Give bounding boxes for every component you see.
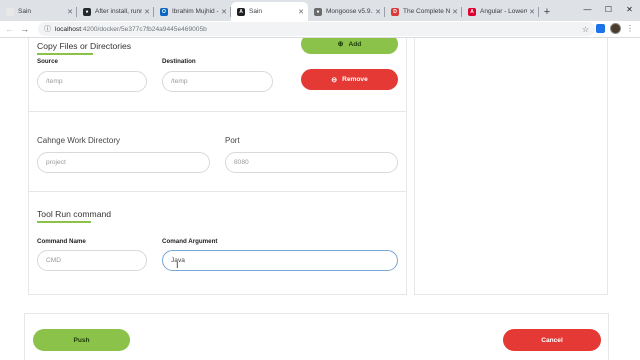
tab-close-icon[interactable]: ✕	[144, 8, 150, 16]
workdir-label: Cahnge Work Directory	[37, 136, 120, 145]
close-window-icon[interactable]: ✕	[619, 0, 640, 18]
tab-title: Angular - LowerC	[480, 8, 528, 15]
tab-close-icon[interactable]: ✕	[67, 8, 73, 16]
tab-favicon-icon: ●	[83, 7, 91, 16]
section-divider	[29, 191, 406, 192]
browser-tab-strip: Sain✕●After install, runnin✕OIbrahim Muj…	[0, 0, 640, 21]
port-label: Port	[225, 136, 240, 145]
browser-tab[interactable]: ● Mongoose v5.9.1 ✕	[308, 2, 385, 21]
tab-close-icon[interactable]: ✕	[221, 8, 227, 16]
browser-menu-icon[interactable]: ⋮	[626, 24, 634, 33]
browser-tab[interactable]: O Ibrahim Mujhid - ✕	[154, 2, 231, 21]
toolbar-right: ⋮	[596, 23, 634, 34]
tab-list: Sain✕●After install, runnin✕OIbrahim Muj…	[0, 2, 539, 21]
browser-tab[interactable]: Sain ✕	[0, 2, 77, 21]
tab-favicon-icon: A	[237, 7, 245, 16]
tab-separator	[538, 7, 539, 17]
copy-files-title: Copy Files or Directories	[37, 41, 132, 51]
tab-close-icon[interactable]: ✕	[298, 8, 304, 16]
remove-circle-icon: ⊖	[331, 76, 338, 84]
tab-title: Ibrahim Mujhid -	[172, 8, 219, 15]
new-tab-button[interactable]: +	[539, 2, 555, 21]
command-name-input[interactable]: CMD	[37, 250, 147, 271]
tab-close-icon[interactable]: ✕	[452, 8, 458, 16]
add-button[interactable]: ⊕ Add	[301, 38, 398, 54]
tab-title: The Complete No	[403, 8, 451, 15]
browser-tab[interactable]: A Sain ✕	[231, 2, 308, 21]
title-underline	[37, 53, 93, 55]
forward-icon[interactable]: →	[17, 24, 32, 34]
profile-avatar[interactable]	[610, 23, 621, 34]
section-divider	[29, 111, 406, 112]
port-input[interactable]: 8080	[225, 152, 398, 173]
window-controls: — ☐ ✕	[577, 0, 640, 18]
tab-favicon-icon: A	[468, 7, 476, 16]
destination-input[interactable]: /temp	[162, 71, 273, 92]
url-host: localhost	[55, 25, 82, 33]
site-info-icon[interactable]: ⓘ	[44, 24, 51, 34]
browser-tab[interactable]: D The Complete No ✕	[385, 2, 462, 21]
back-icon[interactable]: ←	[2, 24, 17, 34]
minimize-icon[interactable]: —	[577, 0, 598, 18]
tab-close-icon[interactable]: ✕	[529, 8, 535, 16]
push-button[interactable]: Push	[33, 329, 130, 351]
text-cursor-icon: I	[176, 260, 179, 270]
title-underline	[37, 221, 91, 223]
browser-toolbar: ← → ⓘ localhost:4200/docker/5e377c7fb24a…	[0, 21, 640, 38]
bookmark-star-icon[interactable]: ☆	[582, 25, 589, 34]
remove-button[interactable]: ⊖ Remove	[301, 69, 398, 90]
page-content: Copy Files or Directories ⊕ Add Source D…	[0, 38, 640, 360]
tab-title: After install, runnin	[95, 8, 142, 15]
command-argument-input[interactable]: Java	[162, 250, 398, 271]
browser-tab[interactable]: A Angular - LowerC ✕	[462, 2, 539, 21]
tab-favicon-icon: O	[160, 7, 168, 16]
extension-icon[interactable]	[596, 24, 605, 33]
side-card	[414, 38, 608, 295]
tab-favicon-icon	[6, 7, 14, 16]
tab-favicon-icon: D	[391, 7, 399, 16]
tab-favicon-icon: ●	[314, 7, 322, 16]
maximize-icon[interactable]: ☐	[598, 0, 619, 18]
browser-tab[interactable]: ● After install, runnin✕	[77, 2, 154, 21]
destination-label: Destination	[162, 58, 196, 65]
workdir-input[interactable]: project	[37, 152, 210, 173]
command-name-label: Command Name	[37, 238, 86, 245]
cancel-button[interactable]: Cancel	[503, 329, 601, 351]
command-argument-label: Comand Argument	[162, 238, 218, 245]
tab-close-icon[interactable]: ✕	[375, 8, 381, 16]
add-circle-icon: ⊕	[337, 41, 344, 48]
source-input[interactable]: /temp	[37, 71, 147, 92]
address-bar[interactable]: ⓘ localhost:4200/docker/5e377c7fb24a9445…	[38, 22, 595, 36]
tool-run-title: Tool Run command	[37, 209, 112, 219]
source-label: Source	[37, 58, 58, 65]
tab-title: Mongoose v5.9.1	[326, 8, 374, 15]
remove-button-label: Remove	[342, 76, 368, 83]
url-path: :4200/docker/5e377c7fb24a9445e469005b	[81, 25, 207, 33]
tab-title: Sain	[249, 8, 263, 15]
add-button-label: Add	[348, 40, 362, 48]
tab-title: Sain	[18, 8, 32, 15]
